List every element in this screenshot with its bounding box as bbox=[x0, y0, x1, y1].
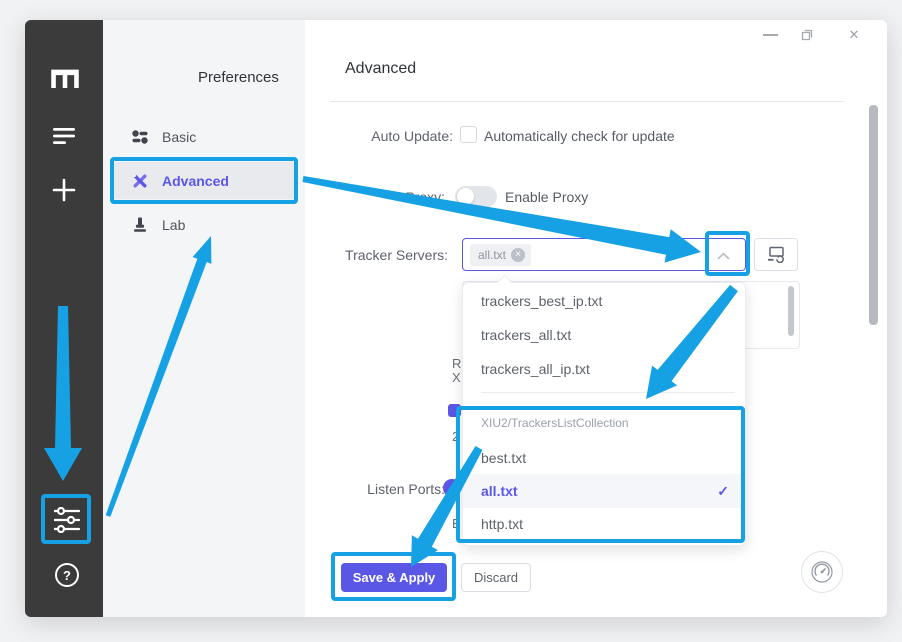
tag-close-icon[interactable]: × bbox=[511, 248, 525, 262]
textarea-scrollbar[interactable] bbox=[788, 286, 794, 336]
hidden-toggle-fragment[interactable] bbox=[443, 479, 461, 497]
speed-limit-button[interactable] bbox=[801, 551, 843, 593]
proxy-toggle-label: Enable Proxy bbox=[505, 189, 588, 205]
sidebar-item-lab[interactable]: Lab bbox=[112, 206, 296, 243]
app-sidebar: ? bbox=[25, 20, 103, 617]
preferences-icon[interactable] bbox=[54, 507, 80, 533]
hidden-text-fragment: X bbox=[452, 370, 461, 385]
tracker-servers-label: Tracker Servers: bbox=[305, 247, 448, 263]
selected-tag[interactable]: all.txt × bbox=[470, 244, 531, 266]
dropdown-option[interactable]: http.txt bbox=[463, 507, 745, 541]
title-divider bbox=[330, 101, 844, 102]
proxy-label: Proxy: bbox=[305, 189, 445, 205]
selected-tag-label: all.txt bbox=[478, 248, 506, 262]
sidebar-item-basic[interactable]: Basic bbox=[112, 118, 296, 155]
motrix-logo-icon bbox=[50, 66, 80, 88]
close-icon: ✕ bbox=[849, 27, 860, 43]
dropdown-option[interactable]: best.txt bbox=[463, 441, 745, 475]
sync-trackers-button[interactable] bbox=[754, 238, 798, 271]
app-window: ? Preferences Basic Advanced bbox=[25, 20, 887, 617]
task-list-icon[interactable] bbox=[53, 126, 75, 146]
hidden-text-fragment: 2 bbox=[452, 429, 459, 444]
main-scrollbar[interactable] bbox=[869, 105, 878, 325]
lab-stamp-icon bbox=[131, 216, 149, 234]
dropdown-option-selected[interactable]: all.txt ✓ bbox=[463, 474, 745, 508]
auto-update-label: Auto Update: bbox=[305, 128, 453, 144]
help-glyph: ? bbox=[63, 568, 71, 583]
restore-button[interactable] bbox=[799, 27, 815, 43]
dropdown-option[interactable]: trackers_all_ip.txt bbox=[463, 352, 745, 386]
dropdown-divider bbox=[481, 392, 735, 393]
hidden-checkbox-fragment[interactable] bbox=[448, 404, 461, 417]
toggle-knob bbox=[457, 188, 474, 205]
sidebar-item-label: Advanced bbox=[162, 173, 229, 189]
minimize-button[interactable] bbox=[762, 27, 778, 43]
auto-update-checkbox[interactable] bbox=[460, 126, 477, 143]
dropdown-option[interactable]: trackers_best_ip.txt bbox=[463, 284, 745, 318]
sidebar-item-advanced[interactable]: Advanced bbox=[112, 162, 296, 199]
preferences-title: Preferences bbox=[198, 69, 279, 86]
listen-ports-label: Listen Ports: bbox=[305, 481, 445, 497]
dropdown-option[interactable]: trackers_all.txt bbox=[463, 318, 745, 352]
tracker-servers-select[interactable]: all.txt × bbox=[462, 238, 746, 271]
add-task-icon[interactable] bbox=[52, 178, 76, 202]
sidebar-item-label: Basic bbox=[162, 129, 196, 145]
basic-toggles-icon bbox=[131, 128, 149, 146]
close-button[interactable]: ✕ bbox=[846, 27, 862, 43]
auto-update-checkbox-label: Automatically check for update bbox=[484, 128, 675, 144]
hidden-text-fragment: E bbox=[452, 516, 461, 531]
hidden-text-fragment: R bbox=[452, 356, 461, 371]
sync-trackers-icon bbox=[767, 246, 786, 263]
speedometer-icon bbox=[810, 560, 834, 584]
chevron-up-icon[interactable] bbox=[717, 252, 730, 260]
advanced-tools-icon bbox=[131, 172, 149, 190]
help-icon[interactable]: ? bbox=[55, 563, 79, 587]
tracker-select-dropdown: trackers_best_ip.txt trackers_all.txt tr… bbox=[462, 282, 746, 546]
restore-icon bbox=[799, 27, 815, 43]
discard-button[interactable]: Discard bbox=[461, 563, 531, 592]
screenshot-root: ? Preferences Basic Advanced bbox=[0, 0, 902, 642]
check-icon: ✓ bbox=[717, 474, 729, 508]
save-apply-button[interactable]: Save & Apply bbox=[341, 563, 447, 592]
dropdown-group-label: XIU2/TrackersListCollection bbox=[463, 409, 745, 437]
sidebar-item-label: Lab bbox=[162, 217, 185, 233]
page-title: Advanced bbox=[345, 60, 416, 78]
selected-option-label: all.txt bbox=[481, 483, 518, 499]
preferences-panel: Preferences bbox=[103, 20, 305, 617]
proxy-toggle[interactable] bbox=[455, 186, 497, 207]
minimize-icon bbox=[763, 34, 778, 36]
